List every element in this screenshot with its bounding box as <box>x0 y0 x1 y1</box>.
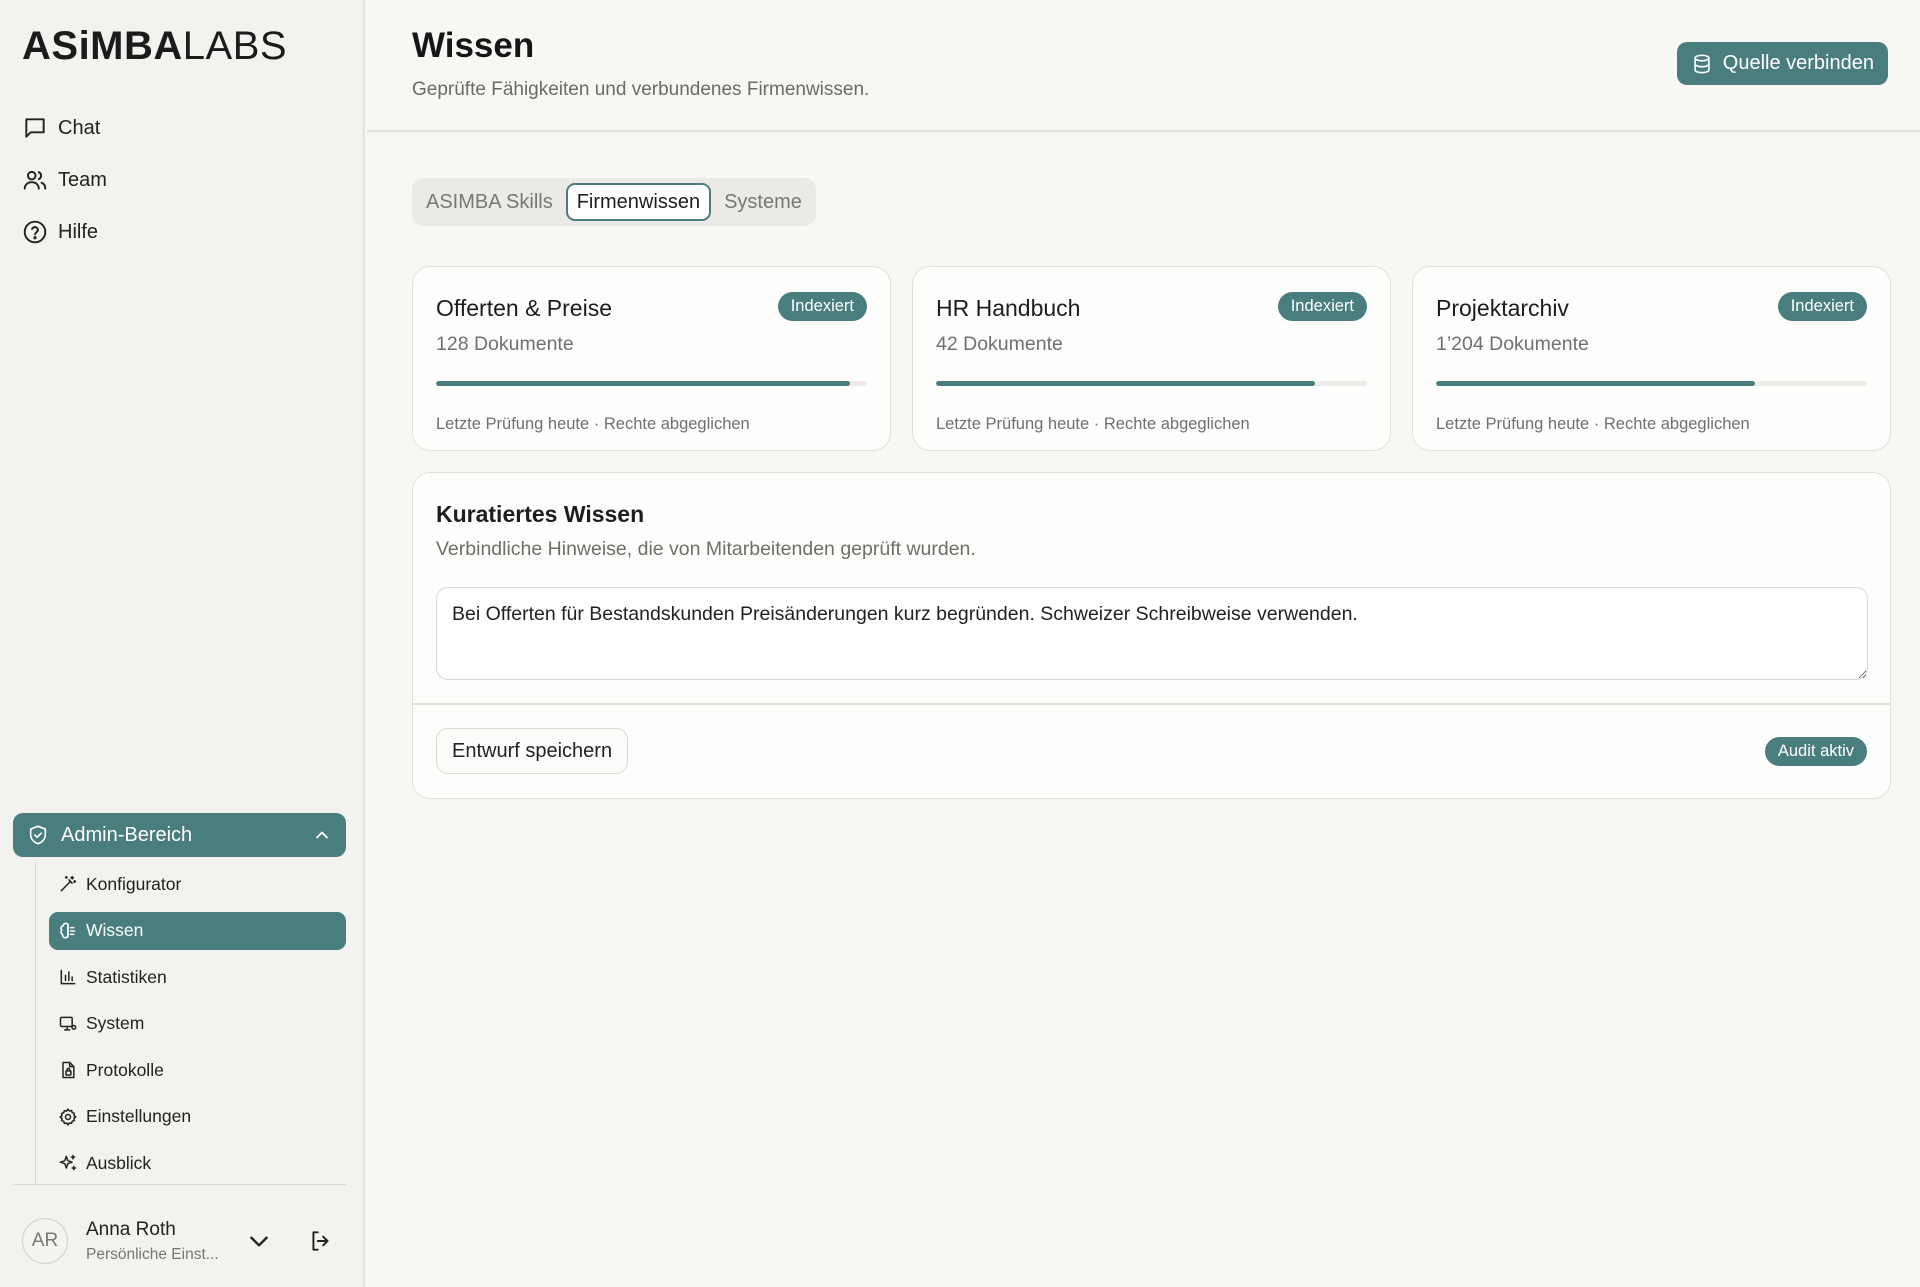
database-icon <box>1691 53 1713 75</box>
sidebar-item-label: System <box>86 1013 145 1033</box>
file-lock-icon <box>58 1060 78 1080</box>
logo-bold: ASiMBA <box>22 24 183 68</box>
index-progress-fill <box>936 381 1316 386</box>
chevron-down-icon[interactable] <box>246 1228 272 1254</box>
users-icon <box>22 167 48 193</box>
message-square-icon <box>22 115 48 141</box>
index-progress-fill <box>1436 381 1755 386</box>
save-draft-button[interactable]: Entwurf speichern <box>436 728 629 774</box>
curated-title: Kuratiertes Wissen <box>436 501 645 527</box>
status-badge: Indexiert <box>1277 292 1367 321</box>
sidebar-item-konfigurator[interactable]: Konfigurator <box>49 865 346 903</box>
wand-icon <box>58 874 78 894</box>
source-meta: Letzte Prüfung heute · Rechte abgegliche… <box>436 415 750 433</box>
document-count: 42 Dokumente <box>936 333 1063 355</box>
sidebar-item-label: Protokolle <box>86 1059 164 1080</box>
connect-source-button[interactable]: Quelle verbinden <box>1676 42 1888 85</box>
nav-item-hilfe[interactable]: Hilfe <box>22 206 107 258</box>
nav-item-team[interactable]: Team <box>22 154 107 206</box>
tab-firmenwissen[interactable]: Firmenwissen <box>565 183 712 221</box>
sidebar-item-label: Statistiken <box>86 966 167 987</box>
gear-icon <box>58 1107 78 1127</box>
shield-icon <box>27 824 49 846</box>
status-badge: Indexiert <box>1777 292 1867 321</box>
index-progress <box>1436 381 1867 386</box>
admin-tree-line <box>35 862 36 1184</box>
curated-subtitle: Verbindliche Hinweise, die von Mitarbeit… <box>436 538 976 560</box>
user-divider <box>13 1184 346 1185</box>
tab-systeme[interactable]: Systeme <box>715 183 811 221</box>
source-card[interactable]: HR Handbuch Indexiert 42 Dokumente Letzt… <box>912 266 1391 451</box>
nav-item-chat[interactable]: Chat <box>22 102 107 154</box>
main-nav: Chat Team Hilfe <box>22 102 107 258</box>
sparkles-icon <box>58 1153 78 1173</box>
source-card[interactable]: Offerten & Preise Indexiert 128 Dokument… <box>412 266 891 451</box>
curated-divider <box>413 703 1890 705</box>
logo-light: LABS <box>182 24 288 68</box>
admin-section-label: Admin-Bereich <box>61 823 193 846</box>
audit-badge: Audit aktiv <box>1764 737 1867 766</box>
tab-asimba-skills[interactable]: ASIMBA Skills <box>417 183 562 221</box>
nav-item-label: Hilfe <box>58 220 99 243</box>
page-subtitle: Geprüfte Fähigkeiten und verbundenes Fir… <box>412 79 870 100</box>
brand-logo[interactable]: ASiMBALABS <box>22 24 287 69</box>
source-meta: Letzte Prüfung heute · Rechte abgegliche… <box>936 415 1250 433</box>
document-count: 1’204 Dokumente <box>1436 333 1589 355</box>
curated-text-input[interactable]: Bei Offerten für Bestandskunden Preisänd… <box>436 587 1868 680</box>
page-header: Wissen Geprüfte Fähigkeiten und verbunde… <box>367 0 1920 132</box>
monitor-icon <box>58 1014 78 1034</box>
sidebar: ASiMBALABS Chat Team Hilfe Admin-Bereich <box>0 0 365 1287</box>
sidebar-item-einstellungen[interactable]: Einstellungen <box>49 1098 346 1136</box>
user-info[interactable]: Anna Roth Persönliche Einst... <box>86 1219 236 1264</box>
sidebar-item-ausblick[interactable]: Ausblick <box>49 1144 346 1182</box>
sidebar-item-statistiken[interactable]: Statistiken <box>49 958 346 996</box>
sidebar-item-label: Einstellungen <box>86 1106 192 1126</box>
admin-section-toggle[interactable]: Admin-Bereich <box>13 813 346 857</box>
sidebar-item-wissen[interactable]: Wissen <box>49 911 346 950</box>
nav-item-label: Team <box>58 168 107 191</box>
logout-icon[interactable] <box>308 1228 334 1254</box>
sidebar-item-label: Konfigurator <box>86 873 182 894</box>
source-title: Offerten & Preise <box>436 295 612 321</box>
nav-item-label: Chat <box>58 116 101 139</box>
admin-subnav: Konfigurator Wissen Statistiken System P… <box>49 865 346 1191</box>
source-title: HR Handbuch <box>936 295 1081 321</box>
curated-knowledge-panel: Kuratiertes Wissen Verbindliche Hinweise… <box>412 472 1891 799</box>
sidebar-item-protokolle[interactable]: Protokolle <box>49 1051 346 1089</box>
user-subtitle: Persönliche Einst... <box>86 1245 219 1263</box>
user-name: Anna Roth <box>86 1218 176 1240</box>
brain-icon <box>58 921 78 941</box>
status-badge: Indexiert <box>777 292 867 321</box>
help-circle-icon <box>22 219 48 245</box>
sidebar-item-label: Wissen <box>86 920 144 940</box>
source-card[interactable]: Projektarchiv Indexiert 1’204 Dokumente … <box>1412 266 1891 451</box>
user-panel: AR Anna Roth Persönliche Einst... <box>22 1216 342 1266</box>
page-title: Wissen <box>412 26 535 65</box>
connect-source-label: Quelle verbinden <box>1722 52 1874 74</box>
source-meta: Letzte Prüfung heute · Rechte abgegliche… <box>1436 415 1750 433</box>
sidebar-item-label: Ausblick <box>86 1152 152 1173</box>
source-title: Projektarchiv <box>1436 295 1569 321</box>
index-progress-fill <box>436 381 850 386</box>
sidebar-item-system[interactable]: System <box>49 1005 346 1043</box>
bar-chart-icon <box>58 967 78 987</box>
knowledge-tabs: ASIMBA Skills Firmenwissen Systeme <box>412 178 816 226</box>
chevron-up-icon <box>312 825 332 845</box>
avatar[interactable]: AR <box>22 1218 68 1264</box>
index-progress <box>436 381 867 386</box>
document-count: 128 Dokumente <box>436 333 574 355</box>
index-progress <box>936 381 1367 386</box>
